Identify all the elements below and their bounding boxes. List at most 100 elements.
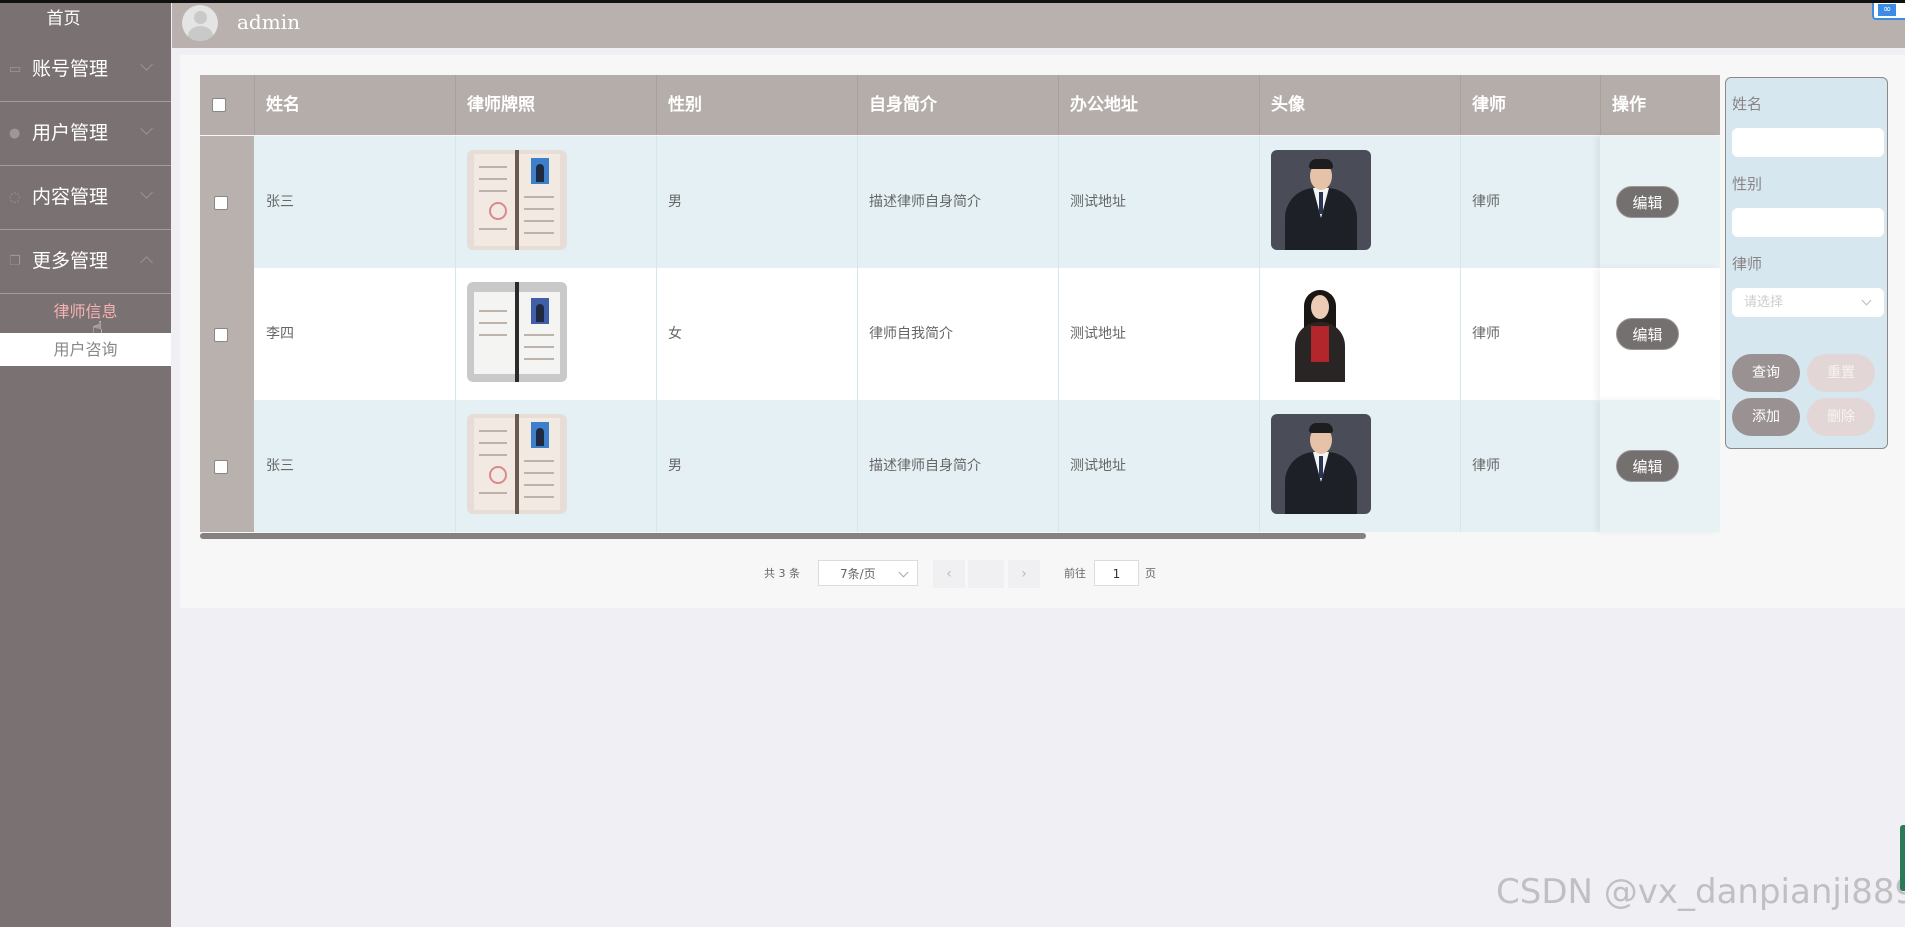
cell-intro: 律师自我简介 xyxy=(858,268,1059,400)
hand-cursor-icon: ☝ xyxy=(92,318,103,339)
cell-gender: 女 xyxy=(657,268,858,400)
row-checkbox[interactable] xyxy=(214,328,228,342)
license-image[interactable] xyxy=(467,150,567,250)
edit-button[interactable]: 编辑 xyxy=(1616,186,1679,218)
chat-icon: ▭ xyxy=(9,62,22,77)
page-size-value: 7条/页 xyxy=(840,567,876,581)
table-row: 张三 男 描述律师自身简介 测试地址 律师 编辑 xyxy=(200,136,1720,268)
license-image[interactable] xyxy=(467,282,567,382)
sidebar-menu-users[interactable]: ● 用户管理 xyxy=(0,102,171,166)
side-widget-tab[interactable] xyxy=(1900,825,1905,891)
cell-gender: 男 xyxy=(657,136,858,268)
cell-actions: 编辑 xyxy=(1600,268,1720,400)
sidebar-menu-label: 内容管理 xyxy=(32,186,109,208)
message-icon: ◌ xyxy=(9,190,21,205)
cell-address: 测试地址 xyxy=(1059,400,1260,532)
cell-name: 张三 xyxy=(255,136,456,268)
gender-label: 性别 xyxy=(1732,175,1763,193)
avatar[interactable] xyxy=(182,5,218,41)
column-header-intro[interactable]: 自身简介 xyxy=(858,75,1059,135)
chevron-down-icon xyxy=(140,58,153,71)
table-row: 张三 男 描述律师自身简介 测试地址 律师 编辑 xyxy=(200,400,1720,532)
delete-button[interactable]: 删除 xyxy=(1807,398,1875,436)
sidebar-item-user-consult[interactable]: 用户咨询 xyxy=(0,333,171,366)
lawyer-select[interactable]: 请选择 xyxy=(1732,288,1884,317)
column-header-actions: 操作 xyxy=(1612,95,1646,115)
page-unit-label: 页 xyxy=(1145,567,1156,580)
table-header: 姓名 律师牌照 性别 自身简介 办公地址 头像 律师 操作 xyxy=(200,75,1720,135)
reset-button[interactable]: 重置 xyxy=(1807,354,1875,392)
column-header-name[interactable]: 姓名 xyxy=(255,75,456,135)
row-checkbox[interactable] xyxy=(214,196,228,210)
avatar-image[interactable] xyxy=(1271,150,1371,250)
cell-actions: 编辑 xyxy=(1600,400,1720,532)
chevron-down-icon xyxy=(140,186,153,199)
sidebar-item-lawyer-info[interactable]: 律师信息 xyxy=(0,295,171,329)
cell-address: 测试地址 xyxy=(1059,136,1260,268)
cell-intro: 描述律师自身简介 xyxy=(858,400,1059,532)
sidebar: 首页 ▭ 账号管理 ● 用户管理 ◌ 内容管理 ❐ 更多管理 律师信息 用户咨询… xyxy=(0,0,171,927)
pagination-total: 共 3 条 xyxy=(764,567,800,580)
page-size-select[interactable]: 7条/页 xyxy=(818,560,918,586)
lawyer-table: 姓名 律师牌照 性别 自身简介 办公地址 头像 律师 操作 张三 男 描述律师自… xyxy=(200,75,1720,535)
row-select-cell xyxy=(200,136,254,268)
cell-name: 李四 xyxy=(255,268,456,400)
top-border xyxy=(0,0,1905,3)
column-header-lawyer[interactable]: 律师 xyxy=(1461,75,1601,135)
sidebar-home[interactable]: 首页 xyxy=(0,5,127,33)
column-header-gender[interactable]: 性别 xyxy=(657,75,858,135)
gender-search-input[interactable] xyxy=(1732,208,1884,237)
sidebar-menu-label: 更多管理 xyxy=(32,250,109,272)
current-page[interactable] xyxy=(968,560,1004,588)
username: admin xyxy=(237,10,300,34)
cell-intro: 描述律师自身简介 xyxy=(858,136,1059,268)
query-button[interactable]: 查询 xyxy=(1732,354,1800,392)
chevron-down-icon xyxy=(898,567,909,578)
avatar-image[interactable] xyxy=(1271,414,1371,514)
chevron-down-icon xyxy=(140,122,153,135)
column-header-address[interactable]: 办公地址 xyxy=(1059,75,1260,135)
row-select-cell xyxy=(200,400,254,532)
goto-page-input[interactable]: 1 xyxy=(1094,560,1139,586)
table-row: 李四 女 律师自我简介 测试地址 律师 编辑 xyxy=(200,268,1720,400)
next-page-button[interactable]: › xyxy=(1008,560,1040,588)
cell-role: 律师 xyxy=(1461,268,1601,400)
add-button[interactable]: 添加 xyxy=(1732,398,1800,436)
user-icon: ● xyxy=(9,126,21,141)
name-search-input[interactable] xyxy=(1732,128,1884,157)
translate-icon: ∞ xyxy=(1878,4,1896,16)
goto-label: 前往 xyxy=(1064,567,1086,580)
sidebar-menu-content[interactable]: ◌ 内容管理 xyxy=(0,166,171,230)
chevron-down-icon xyxy=(1861,295,1872,306)
name-label: 姓名 xyxy=(1732,95,1763,113)
avatar-image[interactable] xyxy=(1271,282,1371,382)
horizontal-scrollbar[interactable] xyxy=(200,533,1366,539)
sidebar-menu-more[interactable]: ❐ 更多管理 xyxy=(0,230,171,294)
cell-actions: 编辑 xyxy=(1600,136,1720,268)
column-header-avatar[interactable]: 头像 xyxy=(1260,75,1461,135)
watermark: CSDN @vx_danpianji889 xyxy=(1496,872,1905,912)
cell-role: 律师 xyxy=(1461,400,1601,532)
cell-role: 律师 xyxy=(1461,136,1601,268)
lawyer-select-placeholder: 请选择 xyxy=(1744,295,1784,310)
edit-button[interactable]: 编辑 xyxy=(1616,450,1679,482)
cell-gender: 男 xyxy=(657,400,858,532)
column-header-license[interactable]: 律师牌照 xyxy=(456,75,657,135)
select-all-checkbox[interactable] xyxy=(212,98,226,112)
translate-badge[interactable]: ∞ xyxy=(1872,3,1905,20)
prev-page-button[interactable]: ‹ xyxy=(933,560,965,588)
row-select-cell xyxy=(200,268,254,400)
select-all-cell xyxy=(200,75,255,135)
cell-name: 张三 xyxy=(255,400,456,532)
cell-address: 测试地址 xyxy=(1059,268,1260,400)
search-panel: 姓名 性别 律师 请选择 查询 重置 添加 删除 xyxy=(1725,77,1888,449)
chevron-up-icon xyxy=(140,256,153,269)
sidebar-menu-label: 用户管理 xyxy=(32,122,109,144)
lawyer-label: 律师 xyxy=(1732,255,1763,273)
top-header: admin ∞ xyxy=(172,3,1905,48)
license-image[interactable] xyxy=(467,414,567,514)
sidebar-menu-label: 账号管理 xyxy=(32,58,109,80)
edit-button[interactable]: 编辑 xyxy=(1616,318,1679,350)
row-checkbox[interactable] xyxy=(214,460,228,474)
sidebar-menu-account[interactable]: ▭ 账号管理 xyxy=(0,38,171,102)
